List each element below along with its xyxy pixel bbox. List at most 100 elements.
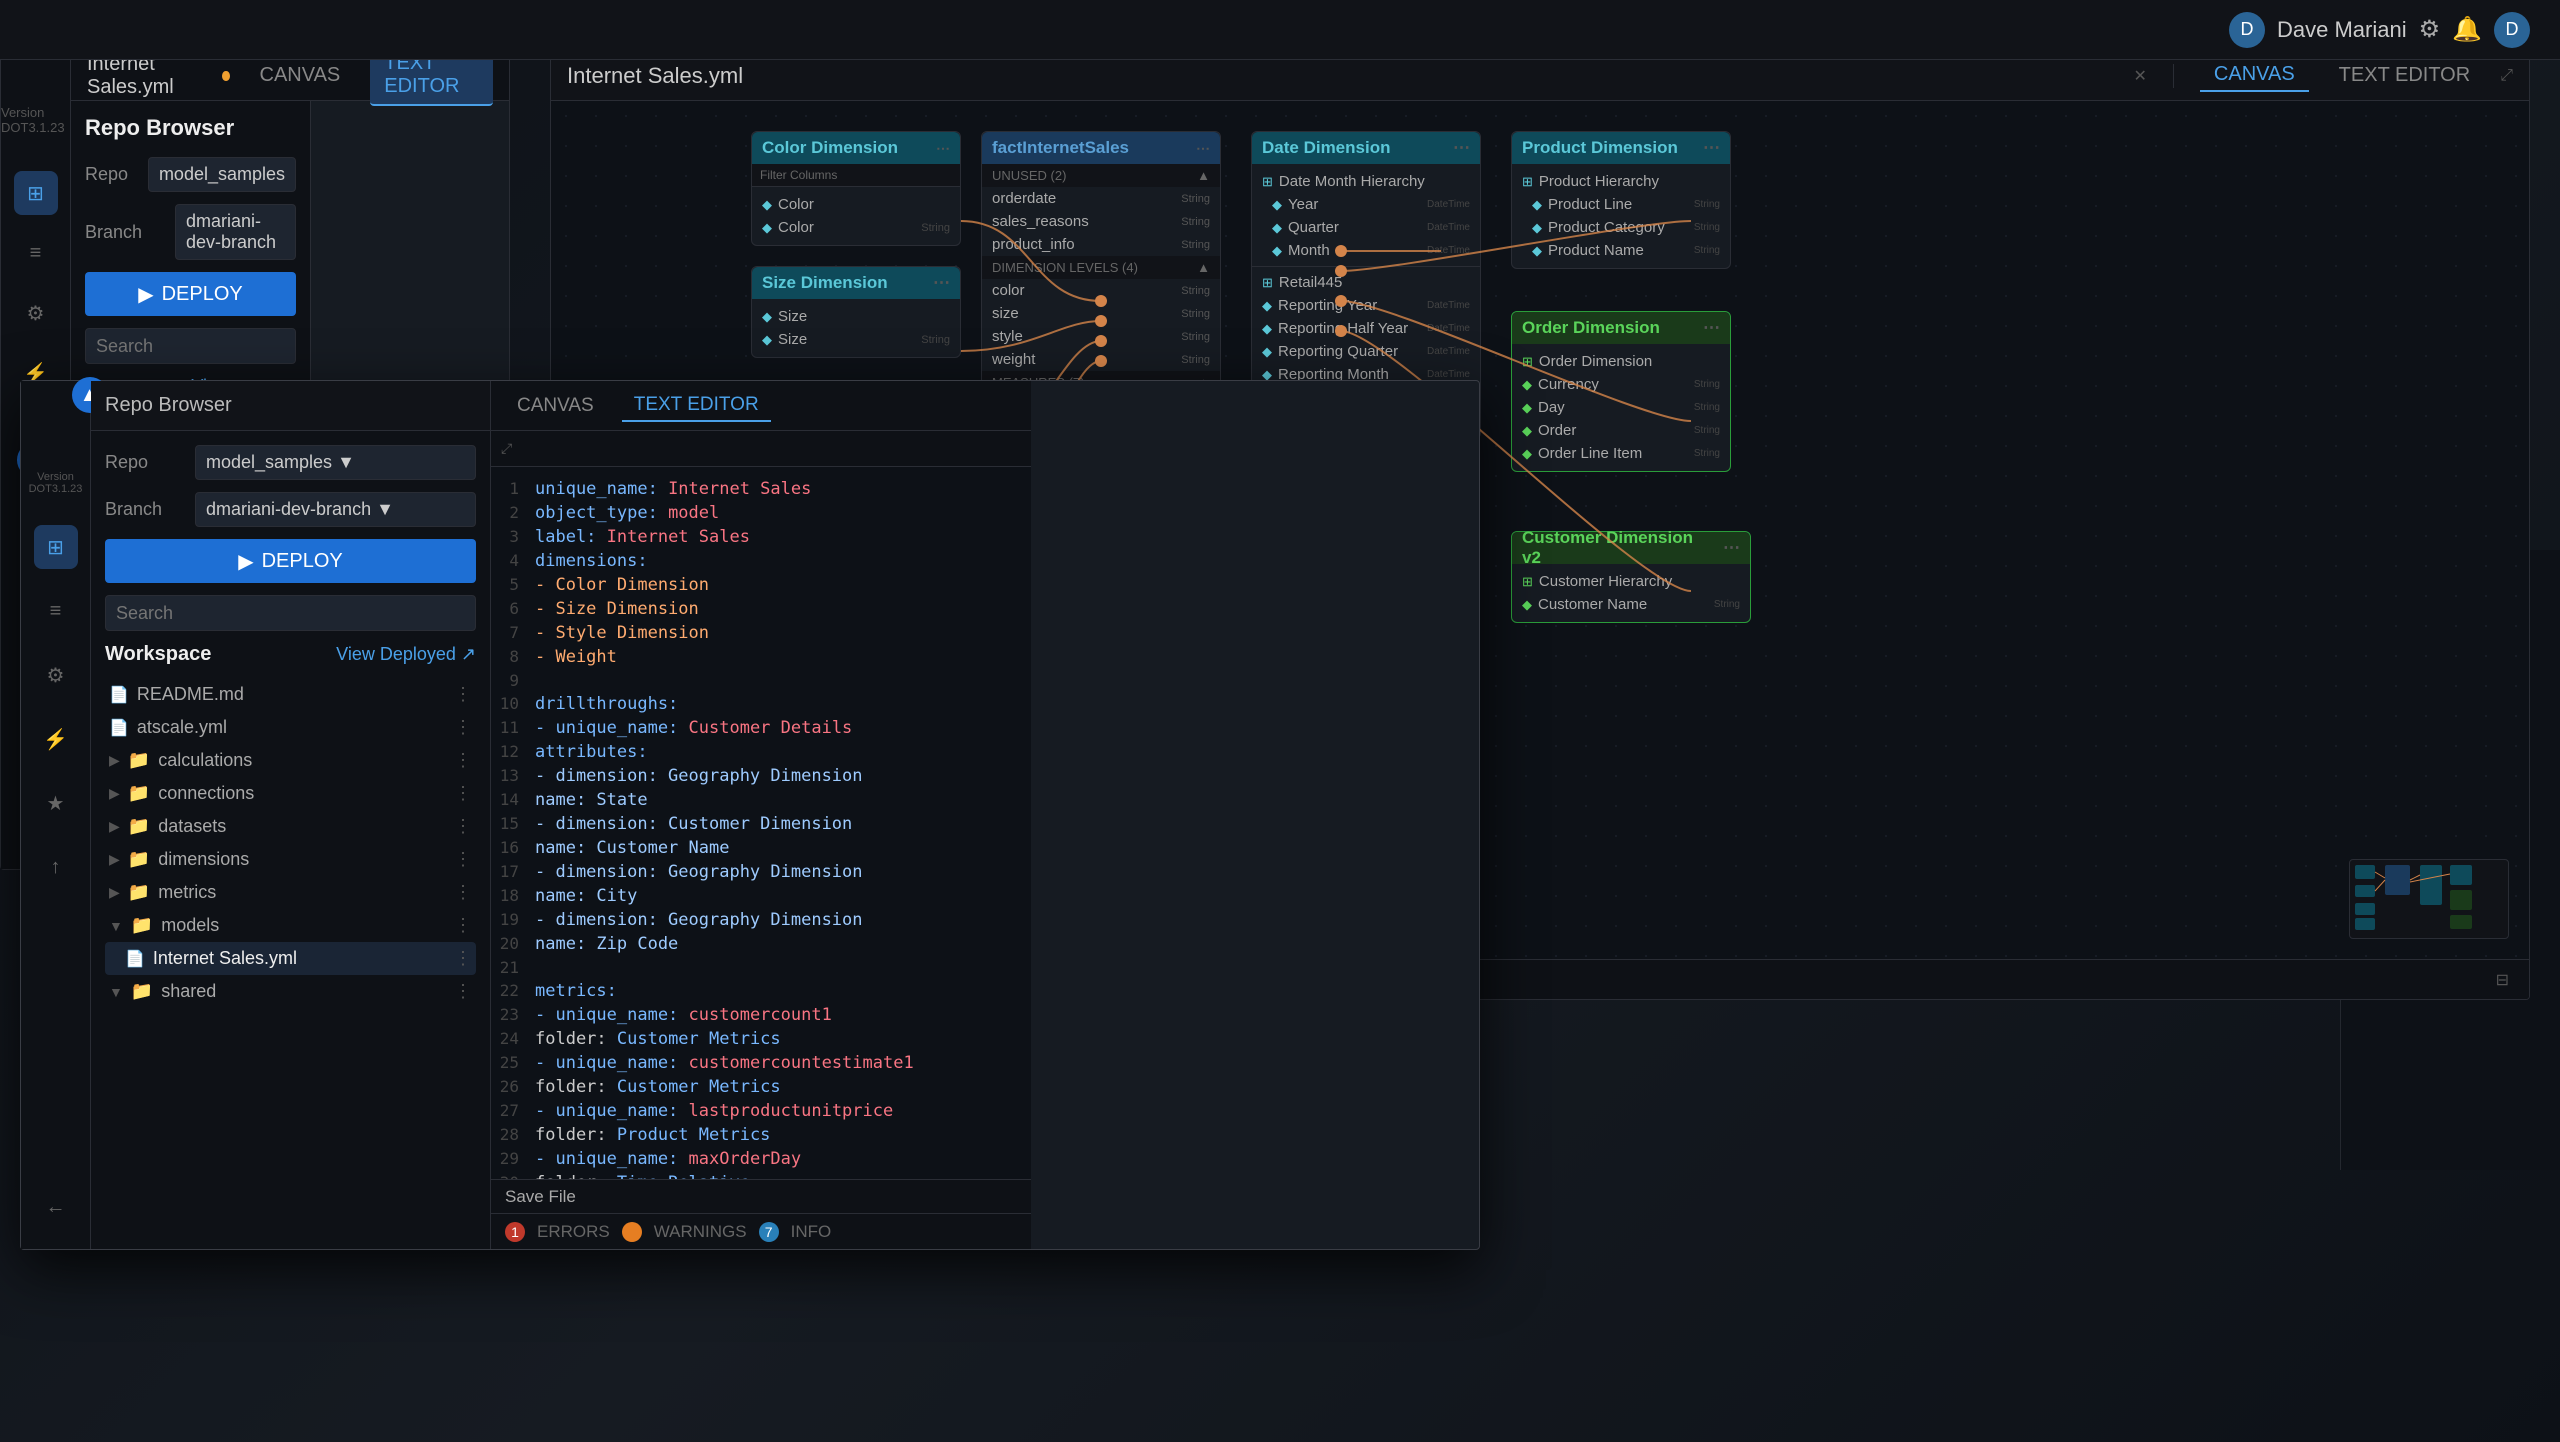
front-repo-value[interactable]: model_samples ▼ <box>195 445 476 480</box>
front-folder-name-calc: calculations <box>158 750 252 771</box>
save-file-bar[interactable]: Save File <box>491 1179 1031 1213</box>
node-product-close[interactable]: ⋯ <box>1703 138 1720 158</box>
front-folder-shared[interactable]: ▼ 📁 shared ⋮ <box>105 975 476 1008</box>
front-search-input[interactable] <box>105 595 476 631</box>
front-file-readme[interactable]: 📄 README.md ⋮ <box>105 678 476 711</box>
code-line-26: 26 folder: Customer Metrics <box>491 1075 1031 1099</box>
front-file-menu-calc[interactable]: ⋮ <box>454 750 472 771</box>
node-fact-weight-label: weight <box>992 351 1035 368</box>
node-fact-expand-unused[interactable]: ▲ <box>1197 168 1210 183</box>
front-deploy-button[interactable]: ▶ DEPLOY <box>105 539 476 583</box>
node-color-label-2: Color <box>778 219 814 236</box>
sidebar-icon-layers[interactable]: ≡ <box>14 231 58 275</box>
front-folder-models[interactable]: ▼ 📁 models ⋮ <box>105 909 476 942</box>
settings-icon[interactable]: ⚙ <box>2419 15 2441 44</box>
node-order-label-dim: Order Dimension <box>1539 353 1652 370</box>
node-customer-close[interactable]: ⋯ <box>1723 538 1740 558</box>
sidebar-icon-grid[interactable]: ⊞ <box>14 171 58 215</box>
front-folder-dimensions[interactable]: ▶ 📁 dimensions ⋮ <box>105 843 476 876</box>
tab-canvas-front[interactable]: CANVAS <box>505 391 606 421</box>
code-expand-bar: ⤢ <box>491 431 1031 467</box>
node-order-icon-lineitem: ◆ <box>1522 446 1532 462</box>
front-sidebar-icon-plug[interactable]: ⚡ <box>34 717 78 761</box>
front-folder-icon-met: 📁 <box>128 882 150 903</box>
node-product-body: ⊞ Product Hierarchy ◆ Product Line Strin… <box>1512 164 1730 268</box>
node-order-row-dim: ⊞ Order Dimension <box>1512 350 1730 373</box>
front-repo-title: Repo Browser <box>105 394 232 417</box>
code-line-27: 27 - unique_name: lastproductunitprice <box>491 1099 1031 1123</box>
front-sidebar-icon-grid[interactable]: ⊞ <box>34 525 78 569</box>
node-fact-title: factInternetSales <box>992 138 1129 158</box>
front-sidebar-icon-share[interactable]: ↑ <box>34 845 78 889</box>
node-order-day-type: String <box>1694 402 1720 413</box>
notifications-icon[interactable]: 🔔 <box>2452 15 2482 44</box>
front-folder-datasets[interactable]: ▶ 📁 datasets ⋮ <box>105 810 476 843</box>
node-size-label-2: Size <box>778 331 807 348</box>
tab-canvas[interactable]: CANVAS <box>2200 59 2309 92</box>
node-size-body: ◆ Size ◆ Size String <box>752 299 960 357</box>
front-file-menu-is[interactable]: ⋮ <box>454 948 472 969</box>
node-fact-row-weight: weight String <box>982 348 1220 371</box>
front-error-badge: 1 <box>505 1222 525 1242</box>
front-sidebar-icon-star[interactable]: ★ <box>34 781 78 825</box>
canvas-maximize[interactable]: ⤢ <box>2500 67 2513 85</box>
node-order-header: Order Dimension ⋯ <box>1512 312 1730 344</box>
node-color-icon-2: ◆ <box>762 220 772 236</box>
node-order-row-lineitem: ◆ Order Line Item String <box>1512 442 1730 465</box>
front-file-menu-mod[interactable]: ⋮ <box>454 915 472 936</box>
version-front: Version DOT3.1.23 <box>21 471 90 495</box>
node-date-label-year: Year <box>1288 196 1318 213</box>
front-file-menu-conn[interactable]: ⋮ <box>454 783 472 804</box>
front-folder-metrics[interactable]: ▶ 📁 metrics ⋮ <box>105 876 476 909</box>
deploy-icon: ▶ <box>138 282 153 307</box>
front-view-deployed[interactable]: View Deployed ↗ <box>336 644 476 665</box>
node-color-label-1: Color <box>778 196 814 213</box>
front-file-menu-atscale[interactable]: ⋮ <box>454 717 472 738</box>
branch-value[interactable]: dmariani-dev-branch <box>175 204 296 260</box>
node-fact-close[interactable]: ⋯ <box>1196 140 1210 157</box>
node-fact-expand-dim[interactable]: ▲ <box>1197 260 1210 275</box>
node-order-close[interactable]: ⋯ <box>1703 318 1720 338</box>
front-file-menu-readme[interactable]: ⋮ <box>454 684 472 705</box>
tab-canvas-back[interactable]: CANVAS <box>246 58 355 93</box>
node-date-icon-rephalf: ◆ <box>1262 321 1272 337</box>
front-sidebar-icon-settings[interactable]: ⚙ <box>34 653 78 697</box>
front-file-internet-sales[interactable]: 📄 Internet Sales.yml ⋮ <box>105 942 476 975</box>
sidebar-icon-settings[interactable]: ⚙ <box>14 291 58 335</box>
node-customer-label-name: Customer Name <box>1538 596 1647 613</box>
canvas-close-icon[interactable]: ✕ <box>2134 66 2147 86</box>
front-folder-icon-mod: 📁 <box>131 915 153 936</box>
node-order-icon-dim: ⊞ <box>1522 354 1533 370</box>
front-sidebar-icon-arrow[interactable]: ← <box>34 1185 78 1229</box>
node-order-row-order: ◆ Order String <box>1512 419 1730 442</box>
repo-value[interactable]: model_samples <box>148 157 296 192</box>
profile-icon[interactable]: D <box>2494 12 2530 48</box>
node-color-close[interactable]: ⋯ <box>936 140 950 157</box>
node-size-close[interactable]: ⋯ <box>933 273 950 293</box>
node-date-icon-hierarchy: ⊞ <box>1262 174 1273 190</box>
front-file-menu-met[interactable]: ⋮ <box>454 882 472 903</box>
front-deploy-icon: ▶ <box>238 549 253 574</box>
front-folder-connections[interactable]: ▶ 📁 connections ⋮ <box>105 777 476 810</box>
node-date-close[interactable]: ⋯ <box>1453 138 1470 158</box>
front-branch-value[interactable]: dmariani-dev-branch ▼ <box>195 492 476 527</box>
front-file-menu-data[interactable]: ⋮ <box>454 816 472 837</box>
front-file-menu-dim[interactable]: ⋮ <box>454 849 472 870</box>
deploy-button[interactable]: ▶ DEPLOY <box>85 272 296 316</box>
canvas-minimize[interactable]: ⊟ <box>2496 969 2509 990</box>
search-input[interactable] <box>85 328 296 364</box>
front-file-menu-shared[interactable]: ⋮ <box>454 981 472 1002</box>
front-file-atscale[interactable]: 📄 atscale.yml ⋮ <box>105 711 476 744</box>
front-folder-name-shared: shared <box>161 981 216 1002</box>
tab-texteditor[interactable]: TEXT EDITOR <box>2325 60 2485 91</box>
node-product-label-line: Product Line <box>1548 196 1632 213</box>
node-customer-dimension: Customer Dimension v2 ⋯ ⊞ Customer Hiera… <box>1511 531 1751 623</box>
front-folder-icon-shared: 📁 <box>131 981 153 1002</box>
front-chevron-calc: ▶ <box>109 752 120 769</box>
node-size-icon-2: ◆ <box>762 332 772 348</box>
front-folder-calculations[interactable]: ▶ 📁 calculations ⋮ <box>105 744 476 777</box>
node-product-dimension: Product Dimension ⋯ ⊞ Product Hierarchy … <box>1511 131 1731 269</box>
node-fact-section-dim: DIMENSION LEVELS (4) ▲ <box>982 256 1220 279</box>
tab-texteditor-front[interactable]: TEXT EDITOR <box>622 390 771 422</box>
front-sidebar-icon-layers[interactable]: ≡ <box>34 589 78 633</box>
